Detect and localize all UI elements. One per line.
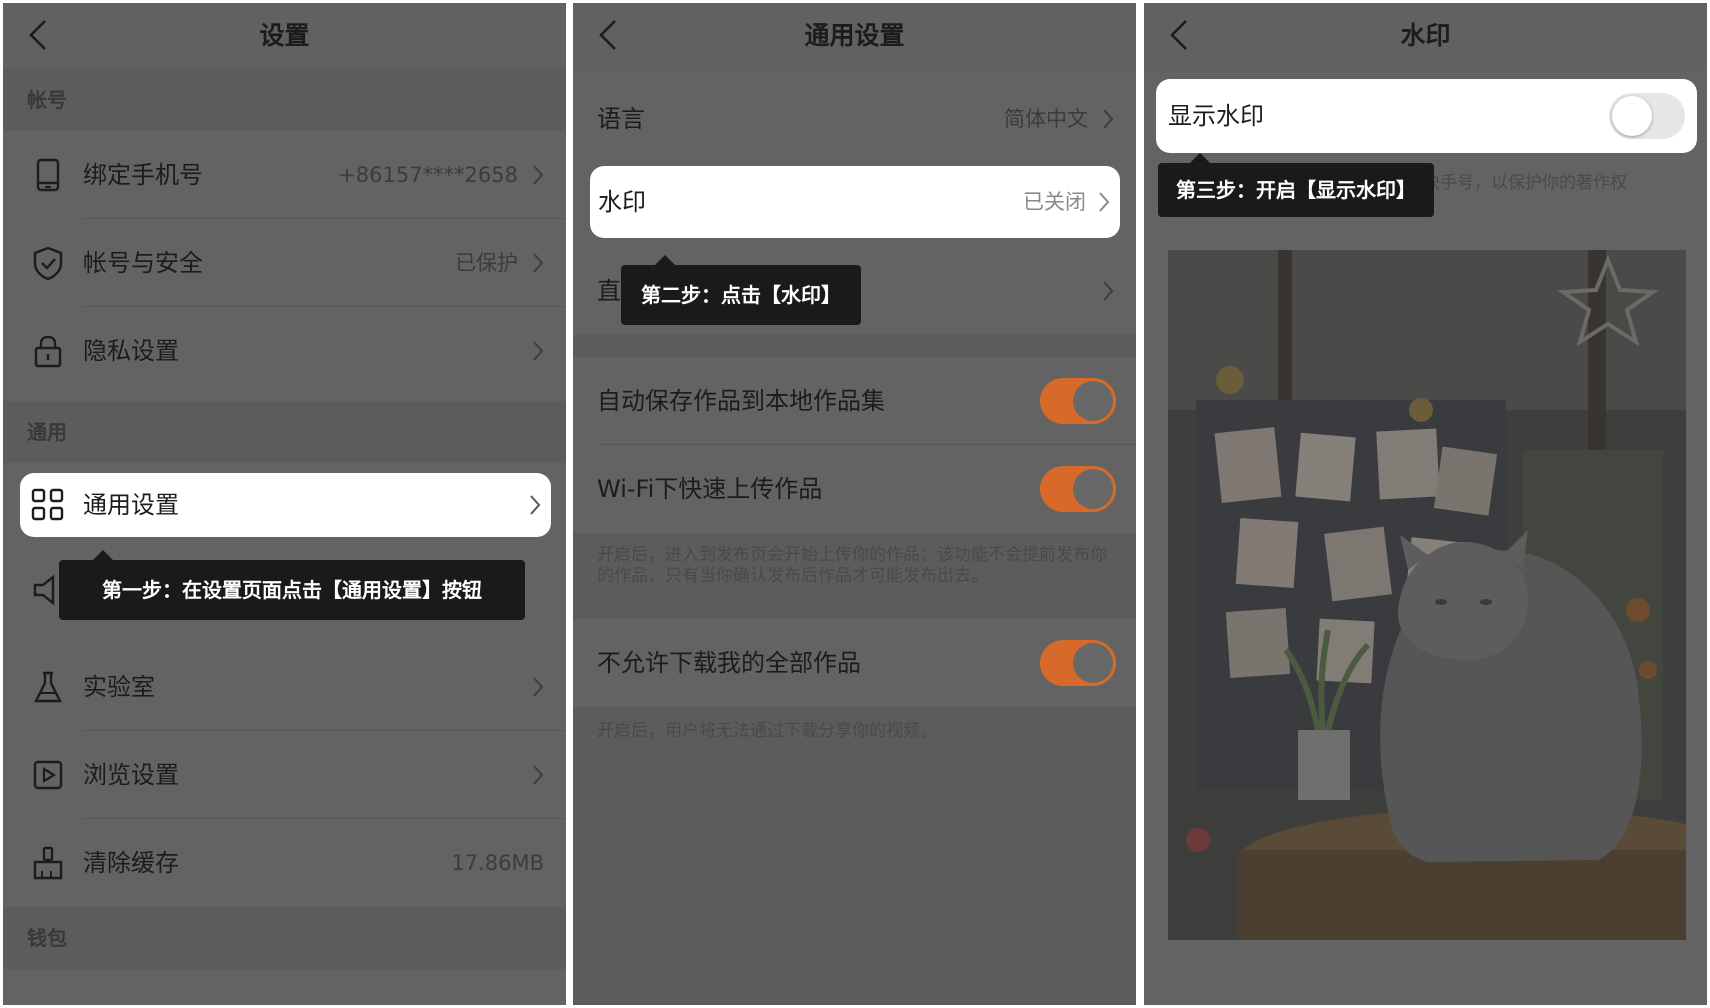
show-watermark-row: 显示水印	[1156, 79, 1697, 153]
general-settings-screen: 通用设置 语言 简体中文 水印 已关闭 直播 自动保存作品到本地作品集 Wi-F…	[573, 3, 1136, 1005]
settings-item-clear-cache[interactable]: 清除缓存 17.86MB	[3, 819, 566, 907]
settings-item-general[interactable]: 通用设置	[20, 473, 551, 537]
wifi-upload-toggle[interactable]	[1040, 466, 1116, 512]
settings-item-browse[interactable]: 浏览设置	[3, 731, 566, 819]
page-title: 通用设置	[804, 21, 905, 50]
settings-item-account-security[interactable]: 帐号与安全 已保护	[3, 219, 566, 307]
download-hint: 开启后，用户将无法通过下载分享你的视频。	[597, 721, 937, 741]
chevron-right-icon	[533, 253, 544, 273]
upload-hint: 开启后，进入到发布页会开始上传你的作品；该功能不会提前发布你的作品，只有当你确认…	[597, 545, 1107, 586]
section-header-account: 帐号	[3, 69, 566, 131]
lock-icon	[34, 335, 62, 368]
settings-item-bind-phone[interactable]: 绑定手机号 +86157****2658	[3, 131, 566, 219]
toggle-row-no-download: 不允许下载我的全部作品	[573, 619, 1136, 707]
chevron-right-icon	[533, 341, 544, 361]
section-header-general: 通用	[3, 401, 566, 463]
chevron-right-icon	[1099, 192, 1110, 212]
chevron-right-icon	[1103, 109, 1114, 129]
chevron-right-icon	[533, 165, 544, 185]
chevron-right-icon	[530, 495, 541, 515]
chevron-right-icon	[533, 765, 544, 785]
nav-bar: 通用设置	[573, 3, 1136, 69]
settings-item-watermark[interactable]: 水印 已关闭	[590, 166, 1120, 238]
auto-save-toggle[interactable]	[1040, 378, 1116, 424]
nav-bar: 水印	[1144, 3, 1707, 69]
step-tooltip-2: 第二步：点击【水印】	[621, 255, 861, 325]
settings-item-privacy[interactable]: 隐私设置	[3, 307, 566, 395]
settings-item-lab[interactable]: 实验室	[3, 643, 566, 731]
toggle-row-auto-save: 自动保存作品到本地作品集	[573, 357, 1136, 445]
watermark-preview-image	[1168, 250, 1686, 940]
toggle-row-wifi-upload: Wi-Fi下快速上传作品	[573, 445, 1136, 533]
settings-item-language[interactable]: 语言 简体中文	[573, 75, 1136, 163]
chevron-right-icon	[533, 677, 544, 697]
settings-screen: 设置 帐号 绑定手机号 +86157****2658 帐号与安全 已保护 隐私设…	[3, 3, 566, 1005]
show-watermark-toggle[interactable]	[1609, 93, 1685, 139]
settings-item-wallet-partial[interactable]	[3, 969, 566, 1005]
broom-icon	[33, 846, 63, 880]
page-title: 设置	[259, 21, 310, 50]
no-download-toggle[interactable]	[1040, 640, 1116, 686]
page-title: 水印	[1400, 21, 1451, 50]
nav-bar: 设置	[3, 3, 566, 69]
chevron-right-icon	[1103, 281, 1114, 301]
phone-icon	[36, 158, 60, 192]
play-icon	[33, 760, 63, 790]
flask-icon	[34, 671, 62, 703]
step-tooltip-1: 第一步：在设置页面点击【通用设置】按钮	[59, 550, 525, 620]
step-tooltip-3: 第三步：开启【显示水印】	[1158, 153, 1434, 217]
watermark-screen: 水印 显示水印 开启水印后，会在你的作品中显示快手号，以保护你的著作权	[1144, 3, 1707, 1005]
section-header-wallet: 钱包	[3, 907, 566, 969]
shield-icon	[33, 246, 63, 281]
grid-icon	[31, 488, 64, 521]
